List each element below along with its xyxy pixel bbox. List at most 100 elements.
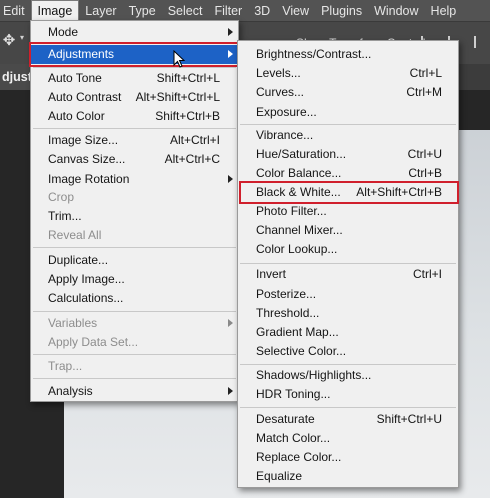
- menu-item-label: Levels...: [256, 66, 301, 80]
- menu-item-canvas-size[interactable]: Canvas Size... Alt+Ctrl+C: [31, 150, 238, 169]
- menu-item-mode[interactable]: Mode: [31, 23, 238, 42]
- menu-item-label: Auto Tone: [48, 71, 102, 85]
- menu-item-photo-filter[interactable]: Photo Filter...: [238, 202, 458, 221]
- menu-separator: [240, 124, 456, 125]
- menubar-type[interactable]: Type: [123, 0, 162, 22]
- menu-separator: [33, 128, 236, 129]
- menu-item-label: Curves...: [256, 85, 305, 99]
- menu-separator: [33, 378, 236, 379]
- menu-item-levels[interactable]: Levels... Ctrl+L: [238, 64, 458, 83]
- menu-item-label: Trap...: [48, 359, 83, 373]
- menu-item-hdr-toning[interactable]: HDR Toning...: [238, 385, 458, 404]
- menu-item-label: Auto Color: [48, 109, 105, 123]
- menu-item-label: Hue/Saturation...: [256, 147, 347, 161]
- menu-item-label: Calculations...: [48, 291, 124, 305]
- menu-item-shadows-highlights[interactable]: Shadows/Highlights...: [238, 366, 458, 385]
- menu-item-label: Auto Contrast: [48, 90, 122, 104]
- menu-separator: [33, 67, 236, 68]
- shortcut-label: Ctrl+M: [406, 85, 442, 99]
- menubar-help[interactable]: Help: [425, 0, 463, 22]
- menu-item-gradient-map[interactable]: Gradient Map...: [238, 323, 458, 342]
- shortcut-label: Shift+Ctrl+L: [156, 71, 220, 85]
- shortcut-label: Alt+Ctrl+I: [169, 133, 220, 147]
- menu-item-duplicate[interactable]: Duplicate...: [31, 251, 238, 270]
- menu-item-replace-color[interactable]: Replace Color...: [238, 448, 458, 467]
- menu-separator: [33, 247, 236, 248]
- menu-item-analysis[interactable]: Analysis: [31, 382, 238, 401]
- menubar-view[interactable]: View: [276, 0, 315, 22]
- menu-item-label: Match Color...: [256, 431, 331, 445]
- menubar-image[interactable]: Image: [30, 0, 80, 22]
- shortcut-label: Shift+Ctrl+U: [376, 412, 442, 426]
- submenu-arrow-icon: [228, 387, 233, 395]
- menu-item-label: Vibrance...: [256, 128, 314, 142]
- menu-item-exposure[interactable]: Exposure...: [238, 103, 458, 122]
- menubar-plugins[interactable]: Plugins: [315, 0, 368, 22]
- menubar-select[interactable]: Select: [162, 0, 209, 22]
- mouse-pointer-icon: [173, 50, 185, 68]
- shortcut-label: Alt+Ctrl+C: [164, 152, 220, 166]
- menu-separator: [33, 311, 236, 312]
- menu-item-label: Reveal All: [48, 228, 102, 242]
- menu-item-label: Image Size...: [48, 133, 119, 147]
- menu-item-label: Duplicate...: [48, 253, 109, 267]
- menu-item-trim[interactable]: Trim...: [31, 207, 238, 226]
- menu-item-label: Analysis: [48, 384, 93, 398]
- menubar-filter[interactable]: Filter: [208, 0, 248, 22]
- menu-item-label: Mode: [48, 25, 79, 39]
- menu-item-label: Apply Image...: [48, 272, 125, 286]
- menu-item-threshold[interactable]: Threshold...: [238, 304, 458, 323]
- menu-item-equalize[interactable]: Equalize: [238, 467, 458, 486]
- menu-item-invert[interactable]: Invert Ctrl+I: [238, 265, 458, 284]
- menubar-window[interactable]: Window: [368, 0, 424, 22]
- menu-item-curves[interactable]: Curves... Ctrl+M: [238, 83, 458, 102]
- menu-item-brightness-contrast[interactable]: Brightness/Contrast...: [238, 45, 458, 64]
- menu-item-auto-color[interactable]: Auto Color Shift+Ctrl+B: [31, 107, 238, 126]
- menubar-3d[interactable]: 3D: [248, 0, 276, 22]
- menubar-edit[interactable]: Edit: [0, 0, 31, 22]
- menu-item-label: Trim...: [48, 209, 82, 223]
- menu-item-desaturate[interactable]: Desaturate Shift+Ctrl+U: [238, 410, 458, 429]
- menu-item-color-lookup[interactable]: Color Lookup...: [238, 240, 458, 259]
- menu-item-label: Posterize...: [256, 287, 317, 301]
- menu-item-match-color[interactable]: Match Color...: [238, 429, 458, 448]
- menu-item-label: Threshold...: [256, 306, 320, 320]
- menubar-layer[interactable]: Layer: [79, 0, 122, 22]
- menu-item-auto-contrast[interactable]: Auto Contrast Alt+Shift+Ctrl+L: [31, 88, 238, 107]
- menu-item-label: Exposure...: [256, 105, 317, 119]
- menu-item-apply-image[interactable]: Apply Image...: [31, 270, 238, 289]
- menu-separator: [33, 354, 236, 355]
- menu-item-label: Crop: [48, 190, 75, 204]
- menu-item-vibrance[interactable]: Vibrance...: [238, 126, 458, 145]
- menu-item-label: Photo Filter...: [256, 204, 327, 218]
- menu-item-auto-tone[interactable]: Auto Tone Shift+Ctrl+L: [31, 69, 238, 88]
- menu-item-hue-saturation[interactable]: Hue/Saturation... Ctrl+U: [238, 145, 458, 164]
- menu-item-apply-data-set: Apply Data Set...: [31, 333, 238, 352]
- menu-item-label: Shadows/Highlights...: [256, 368, 372, 382]
- move-tool-icon[interactable]: ✥: [0, 32, 18, 50]
- image-menu: Mode Adjustments Auto Tone Shift+Ctrl+L …: [30, 20, 239, 402]
- annotation-box-black-white: [239, 181, 459, 204]
- menu-item-channel-mixer[interactable]: Channel Mixer...: [238, 221, 458, 240]
- menu-item-label: Image Rotation: [48, 172, 130, 186]
- menu-separator: [240, 263, 456, 264]
- shortcut-label: Ctrl+I: [412, 267, 442, 281]
- document-tab[interactable]: djust: [0, 64, 30, 90]
- menu-item-calculations[interactable]: Calculations...: [31, 289, 238, 308]
- menu-item-label: Desaturate: [256, 412, 315, 426]
- menu-item-trap: Trap...: [31, 357, 238, 376]
- menu-item-posterize[interactable]: Posterize...: [238, 285, 458, 304]
- shortcut-label: Shift+Ctrl+B: [155, 109, 220, 123]
- shortcut-label: Ctrl+L: [409, 66, 442, 80]
- submenu-arrow-icon: [228, 175, 233, 183]
- align-right-icon[interactable]: [474, 36, 483, 48]
- menu-item-image-size[interactable]: Image Size... Alt+Ctrl+I: [31, 131, 238, 150]
- shortcut-label: Ctrl+U: [407, 147, 442, 161]
- menu-item-selective-color[interactable]: Selective Color...: [238, 342, 458, 361]
- menu-item-label: Gradient Map...: [256, 325, 339, 339]
- menu-item-variables: Variables: [31, 314, 238, 333]
- menu-item-label: Brightness/Contrast...: [256, 47, 372, 61]
- chevron-down-icon[interactable]: ▾: [20, 33, 24, 42]
- menu-item-image-rotation[interactable]: Image Rotation: [31, 170, 238, 189]
- annotation-box-adjustments: [29, 42, 241, 67]
